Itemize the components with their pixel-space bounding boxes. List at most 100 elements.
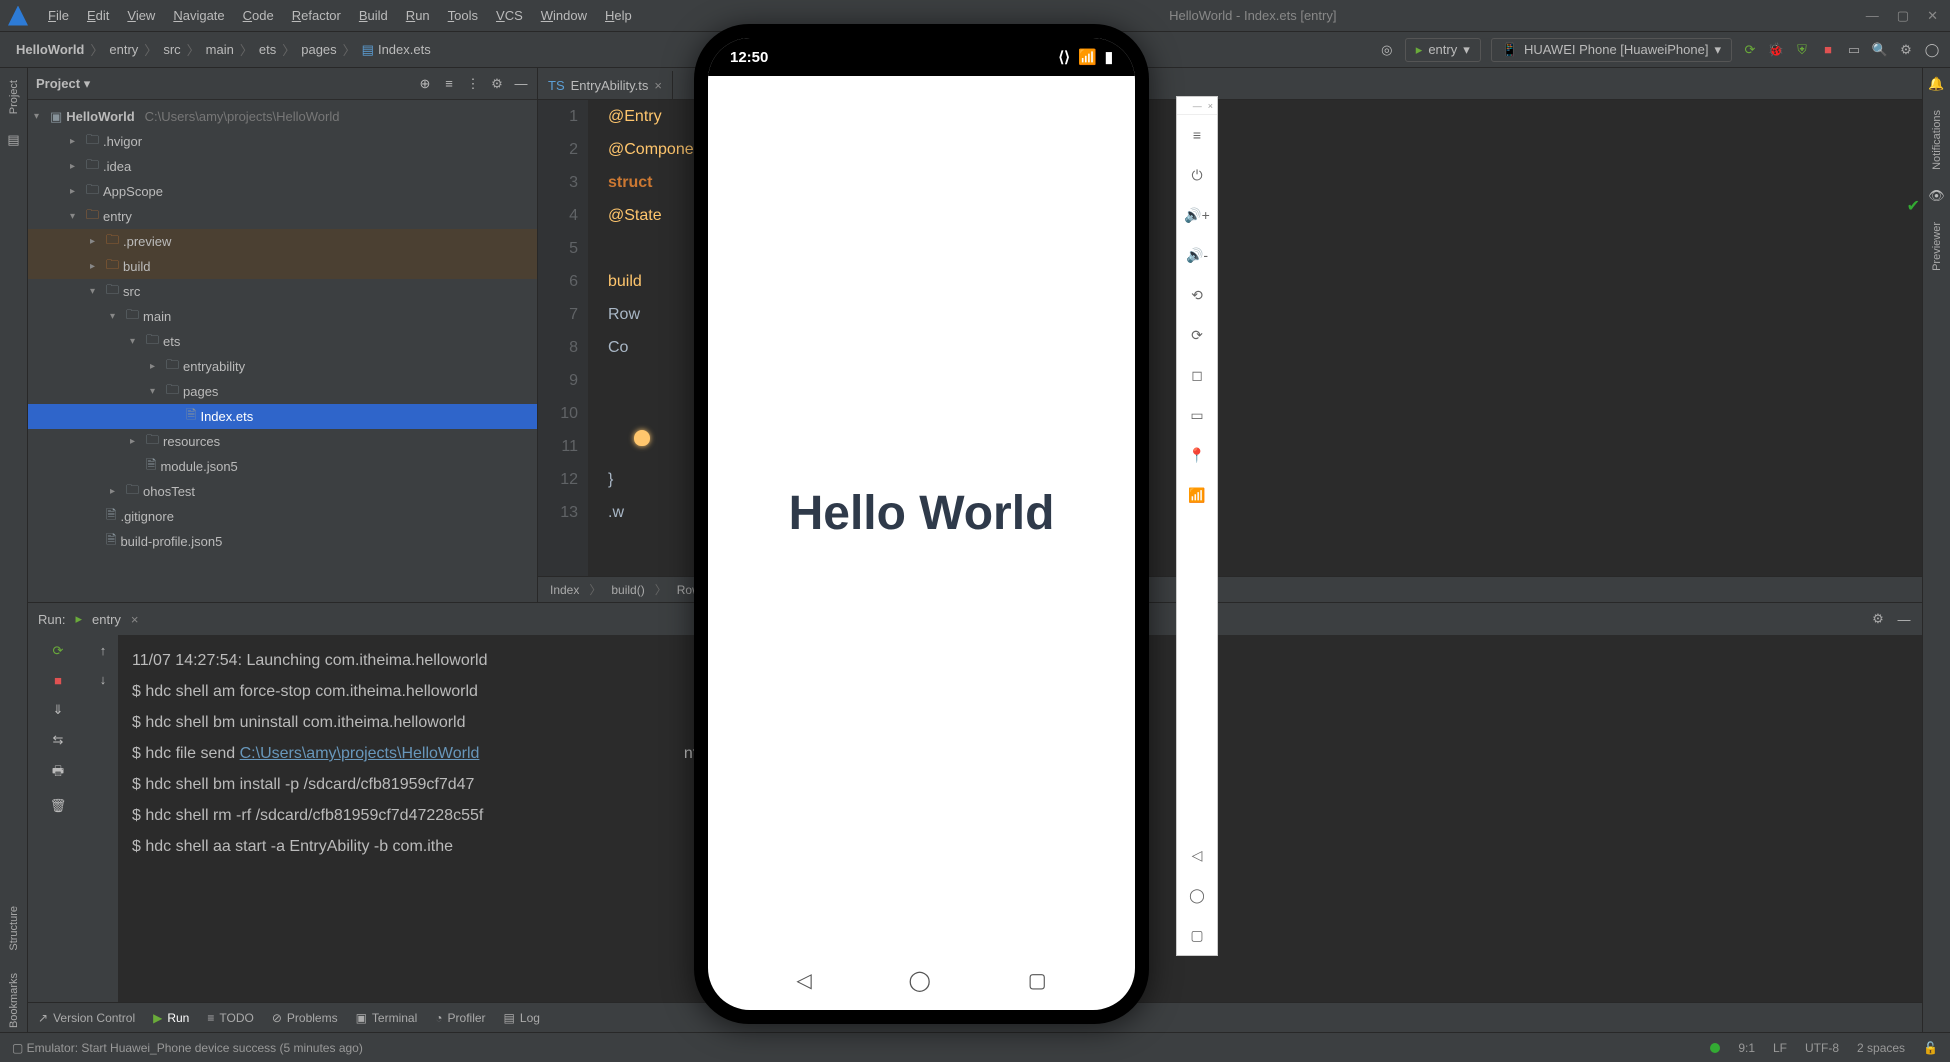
tree-item-pages[interactable]: ▾🗀 pages [28,379,537,404]
caret-pos[interactable]: 9:1 [1738,1041,1755,1055]
close-run-tab-icon[interactable]: × [131,612,139,627]
menu-vcs[interactable]: VCS [488,4,531,27]
tree-item--hvigor[interactable]: ▸🗀 .hvigor [28,129,537,154]
wifi-icon[interactable]: 📶 [1177,475,1217,515]
battery-ctl-icon[interactable]: ▭ [1177,395,1217,435]
lightbulb-icon[interactable] [634,430,650,446]
phone-body[interactable]: Hello World [708,76,1135,950]
tree-item-Index-ets[interactable]: 🗎 Index.ets [28,404,537,429]
search-icon[interactable]: 🔍 [1872,42,1888,58]
run-settings-icon[interactable]: ⚙ [1870,611,1886,627]
tree-item-ets[interactable]: ▾🗀 ets [28,329,537,354]
coverage-button[interactable]: ⛨ [1794,42,1810,58]
menu-run[interactable]: Run [398,4,438,27]
crumb[interactable]: entry [109,42,138,57]
maximize-icon[interactable]: ▢ [1897,8,1909,24]
back-icon[interactable]: ◁ [1177,835,1217,875]
panel-settings-icon[interactable]: ⚙ [489,76,505,92]
menu-code[interactable]: Code [235,4,282,27]
screenshot-icon[interactable]: ◻ [1177,355,1217,395]
notifications-tab[interactable]: Notifications [1931,106,1943,174]
power-icon[interactable]: ⏻ [1177,155,1217,195]
stop-icon[interactable]: ■ [54,673,62,688]
menu-build[interactable]: Build [351,4,396,27]
nav-home-icon[interactable]: ◯ [909,968,931,993]
tab-profiler[interactable]: ◔ Profiler [435,1011,485,1025]
minimize-icon[interactable]: — [1866,8,1879,24]
tab-todo[interactable]: ≡ TODO [207,1011,253,1025]
locate-icon[interactable]: ⊕ [417,76,433,92]
menu-refactor[interactable]: Refactor [284,4,349,27]
tree-item-module-json5[interactable]: 🗎 module.json5 [28,454,537,479]
tree-item-build[interactable]: ▸🗀 build [28,254,537,279]
location-icon[interactable]: 📍 [1177,435,1217,475]
tree-root[interactable]: ▾▣ HelloWorld C:\Users\amy\projects\Hell… [28,104,537,129]
read-lock-icon[interactable]: 🔓 [1923,1041,1938,1055]
crumb[interactable]: pages [301,42,336,57]
line-sep[interactable]: LF [1773,1041,1787,1055]
up-arrow-icon[interactable]: ↑ [100,643,107,658]
volume-down-icon[interactable]: 🔊- [1177,235,1217,275]
menu-file[interactable]: File [40,4,77,27]
menu-view[interactable]: View [119,4,163,27]
tree-item-entry[interactable]: ▾🗀 entry [28,204,537,229]
run-panel-config[interactable]: entry [92,612,121,627]
tab-run[interactable]: ▶ Run [153,1011,189,1025]
tab-version-control[interactable]: ↗ Version Control [38,1011,135,1025]
nav-back-icon[interactable]: ◁ [796,968,811,993]
tab-problems[interactable]: ⊘ Problems [272,1011,338,1025]
home-icon[interactable]: ◯ [1177,875,1217,915]
hide-run-icon[interactable]: — [1896,611,1912,627]
down-arrow-icon[interactable]: ↓ [100,672,107,687]
target-icon[interactable]: ◎ [1379,42,1395,58]
tab-terminal[interactable]: ▣ Terminal [356,1011,418,1025]
crumb[interactable]: main [206,42,234,57]
run-button[interactable]: ⟳ [1742,42,1758,58]
device-select[interactable]: 📱 HUAWEI Phone [HuaweiPhone] ▾ [1491,38,1732,62]
close-tab-icon[interactable]: × [654,78,662,93]
rotate-right-icon[interactable]: ⟳ [1177,315,1217,355]
stop-button[interactable]: ■ [1820,42,1836,58]
tab-log[interactable]: ▤ Log [504,1011,540,1025]
ctl-minimize-icon[interactable]: — [1193,101,1202,111]
indent[interactable]: 2 spaces [1857,1041,1905,1055]
debug-button[interactable]: 🐞 [1768,42,1784,58]
structure-tab[interactable]: Structure [8,902,20,955]
print-icon[interactable]: 🖶 [52,762,64,784]
tree-item-src[interactable]: ▾🗀 src [28,279,537,304]
minimize-panel-icon[interactable]: — [513,76,529,92]
tree-item-resources[interactable]: ▸🗀 resources [28,429,537,454]
settings-icon[interactable]: ⚙ [1898,42,1914,58]
tree-item-entryability[interactable]: ▸🗀 entryability [28,354,537,379]
expand-icon[interactable]: ≡ [441,76,457,92]
tree-item--preview[interactable]: ▸🗀 .preview [28,229,537,254]
menu-tools[interactable]: Tools [440,4,486,27]
down-icon[interactable]: ⇓ [53,702,64,718]
user-icon[interactable]: ◯ [1924,42,1940,58]
recent-icon[interactable]: ▢ [1177,915,1217,955]
project-tab[interactable]: Project [8,76,20,118]
volume-up-icon[interactable]: 🔊+ [1177,195,1217,235]
ctl-close-icon[interactable]: × [1208,101,1213,111]
crumb[interactable]: src [163,42,180,57]
menu-edit[interactable]: Edit [79,4,117,27]
menu-help[interactable]: Help [597,4,640,27]
tab-entryability[interactable]: TS EntryAbility.ts × [538,71,673,99]
crumb[interactable]: ets [259,42,276,57]
menu-icon[interactable]: ≡ [1177,115,1217,155]
close-icon[interactable]: ✕ [1927,8,1938,24]
crumb-file[interactable]: ▤ Index.ets [362,42,431,58]
collapse-icon[interactable]: ⋮ [465,76,481,92]
tree-item-AppScope[interactable]: ▸🗀 AppScope [28,179,537,204]
encoding[interactable]: UTF-8 [1805,1041,1839,1055]
rerun-icon[interactable]: ⟳ [53,643,64,659]
folder-icon[interactable]: ▭ [1846,42,1862,58]
run-config-select[interactable]: ▸ entry ▾ [1405,38,1481,62]
tree-item-main[interactable]: ▾🗀 main [28,304,537,329]
menu-navigate[interactable]: Navigate [165,4,232,27]
rotate-left-icon[interactable]: ⟲ [1177,275,1217,315]
trash-icon[interactable]: 🗑 [50,798,67,814]
tree-item--gitignore[interactable]: 🗎 .gitignore [28,504,537,529]
menu-window[interactable]: Window [533,4,595,27]
previewer-tab[interactable]: Previewer [1931,218,1943,275]
